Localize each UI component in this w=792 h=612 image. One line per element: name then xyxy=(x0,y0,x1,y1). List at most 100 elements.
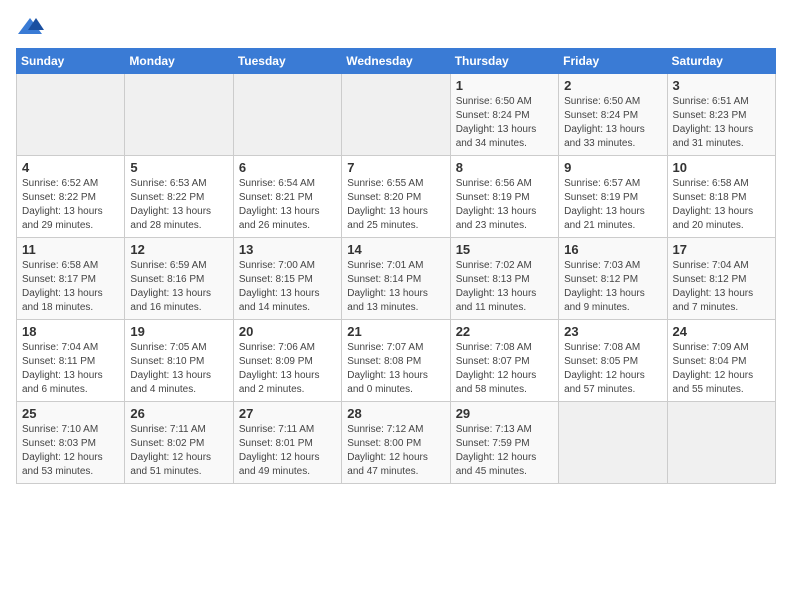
day-number: 27 xyxy=(239,406,336,421)
calendar-cell xyxy=(667,402,775,484)
calendar-cell: 10 Sunrise: 6:58 AM Sunset: 8:18 PM Dayli… xyxy=(667,156,775,238)
day-info: Sunrise: 7:13 AM Sunset: 7:59 PM Dayligh… xyxy=(456,423,553,479)
week-row-5: 25 Sunrise: 7:10 AM Sunset: 8:03 PM Dayli… xyxy=(17,402,776,484)
day-number: 1 xyxy=(456,78,553,93)
day-number: 21 xyxy=(347,324,444,339)
day-number: 12 xyxy=(130,242,227,257)
day-info: Sunrise: 7:02 AM Sunset: 8:13 PM Dayligh… xyxy=(456,259,553,315)
week-row-3: 11 Sunrise: 6:58 AM Sunset: 8:17 PM Dayli… xyxy=(17,238,776,320)
day-info: Sunrise: 6:53 AM Sunset: 8:22 PM Dayligh… xyxy=(130,177,227,233)
calendar-cell: 3Sunrise: 6:51 AM Sunset: 8:23 PM Daylig… xyxy=(667,74,775,156)
day-info: Sunrise: 6:58 AM Sunset: 8:18 PM Dayligh… xyxy=(673,177,770,233)
day-info: Sunrise: 7:03 AM Sunset: 8:12 PM Dayligh… xyxy=(564,259,661,315)
calendar-cell: 29 Sunrise: 7:13 AM Sunset: 7:59 PM Dayli… xyxy=(450,402,558,484)
day-info: Sunrise: 6:56 AM Sunset: 8:19 PM Dayligh… xyxy=(456,177,553,233)
header xyxy=(16,16,776,38)
day-info: Sunrise: 7:11 AM Sunset: 8:02 PM Dayligh… xyxy=(130,423,227,479)
calendar-cell: 12 Sunrise: 6:59 AM Sunset: 8:16 PM Dayli… xyxy=(125,238,233,320)
week-row-1: 1 Sunrise: 6:50 AM Sunset: 8:24 PM Daylig… xyxy=(17,74,776,156)
header-cell-saturday: Saturday xyxy=(667,49,775,74)
day-number: 9 xyxy=(564,160,661,175)
day-info: Sunrise: 6:50 AM Sunset: 8:24 PM Dayligh… xyxy=(564,95,661,151)
day-info: Sunrise: 7:04 AM Sunset: 8:12 PM Dayligh… xyxy=(673,259,770,315)
day-number: 5 xyxy=(130,160,227,175)
header-cell-tuesday: Tuesday xyxy=(233,49,341,74)
day-number: 24 xyxy=(673,324,770,339)
day-number: 18 xyxy=(22,324,119,339)
day-info: Sunrise: 6:58 AM Sunset: 8:17 PM Dayligh… xyxy=(22,259,119,315)
header-cell-friday: Friday xyxy=(559,49,667,74)
day-info: Sunrise: 7:10 AM Sunset: 8:03 PM Dayligh… xyxy=(22,423,119,479)
day-number: 14 xyxy=(347,242,444,257)
header-cell-thursday: Thursday xyxy=(450,49,558,74)
calendar-cell: 22 Sunrise: 7:08 AM Sunset: 8:07 PM Dayli… xyxy=(450,320,558,402)
calendar-cell: 7Sunrise: 6:55 AM Sunset: 8:20 PM Daylig… xyxy=(342,156,450,238)
calendar-cell: 4 Sunrise: 6:52 AM Sunset: 8:22 PM Daylig… xyxy=(17,156,125,238)
day-info: Sunrise: 7:00 AM Sunset: 8:15 PM Dayligh… xyxy=(239,259,336,315)
calendar-cell: 25 Sunrise: 7:10 AM Sunset: 8:03 PM Dayli… xyxy=(17,402,125,484)
calendar-cell: 20 Sunrise: 7:06 AM Sunset: 8:09 PM Dayli… xyxy=(233,320,341,402)
day-info: Sunrise: 7:07 AM Sunset: 8:08 PM Dayligh… xyxy=(347,341,444,397)
day-number: 6 xyxy=(239,160,336,175)
calendar-cell: 21 Sunrise: 7:07 AM Sunset: 8:08 PM Dayli… xyxy=(342,320,450,402)
header-cell-monday: Monday xyxy=(125,49,233,74)
calendar-cell: 17 Sunrise: 7:04 AM Sunset: 8:12 PM Dayli… xyxy=(667,238,775,320)
day-info: Sunrise: 7:08 AM Sunset: 8:05 PM Dayligh… xyxy=(564,341,661,397)
calendar-cell: 24 Sunrise: 7:09 AM Sunset: 8:04 PM Dayli… xyxy=(667,320,775,402)
day-number: 4 xyxy=(22,160,119,175)
day-info: Sunrise: 6:51 AM Sunset: 8:23 PM Dayligh… xyxy=(673,95,770,151)
calendar-cell: 2 Sunrise: 6:50 AM Sunset: 8:24 PM Daylig… xyxy=(559,74,667,156)
calendar-cell xyxy=(233,74,341,156)
day-info: Sunrise: 7:09 AM Sunset: 8:04 PM Dayligh… xyxy=(673,341,770,397)
day-info: Sunrise: 6:59 AM Sunset: 8:16 PM Dayligh… xyxy=(130,259,227,315)
day-info: Sunrise: 7:06 AM Sunset: 8:09 PM Dayligh… xyxy=(239,341,336,397)
day-info: Sunrise: 6:50 AM Sunset: 8:24 PM Dayligh… xyxy=(456,95,553,151)
calendar-cell: 28Sunrise: 7:12 AM Sunset: 8:00 PM Dayli… xyxy=(342,402,450,484)
day-info: Sunrise: 6:57 AM Sunset: 8:19 PM Dayligh… xyxy=(564,177,661,233)
calendar-cell: 19 Sunrise: 7:05 AM Sunset: 8:10 PM Dayli… xyxy=(125,320,233,402)
calendar-cell xyxy=(559,402,667,484)
day-info: Sunrise: 7:05 AM Sunset: 8:10 PM Dayligh… xyxy=(130,341,227,397)
week-row-4: 18 Sunrise: 7:04 AM Sunset: 8:11 PM Dayli… xyxy=(17,320,776,402)
calendar-cell: 23 Sunrise: 7:08 AM Sunset: 8:05 PM Dayli… xyxy=(559,320,667,402)
day-number: 2 xyxy=(564,78,661,93)
calendar-cell: 18 Sunrise: 7:04 AM Sunset: 8:11 PM Dayli… xyxy=(17,320,125,402)
calendar-cell: 27 Sunrise: 7:11 AM Sunset: 8:01 PM Dayli… xyxy=(233,402,341,484)
calendar-cell: 15 Sunrise: 7:02 AM Sunset: 8:13 PM Dayli… xyxy=(450,238,558,320)
day-number: 19 xyxy=(130,324,227,339)
calendar-cell: 26 Sunrise: 7:11 AM Sunset: 8:02 PM Dayli… xyxy=(125,402,233,484)
calendar-header: SundayMondayTuesdayWednesdayThursdayFrid… xyxy=(17,49,776,74)
calendar-cell: 5 Sunrise: 6:53 AM Sunset: 8:22 PM Daylig… xyxy=(125,156,233,238)
day-number: 25 xyxy=(22,406,119,421)
day-info: Sunrise: 7:04 AM Sunset: 8:11 PM Dayligh… xyxy=(22,341,119,397)
day-number: 29 xyxy=(456,406,553,421)
day-number: 10 xyxy=(673,160,770,175)
day-number: 8 xyxy=(456,160,553,175)
calendar-cell xyxy=(342,74,450,156)
day-number: 23 xyxy=(564,324,661,339)
day-info: Sunrise: 6:54 AM Sunset: 8:21 PM Dayligh… xyxy=(239,177,336,233)
day-info: Sunrise: 7:12 AM Sunset: 8:00 PM Dayligh… xyxy=(347,423,444,479)
calendar-cell: 9 Sunrise: 6:57 AM Sunset: 8:19 PM Daylig… xyxy=(559,156,667,238)
day-number: 22 xyxy=(456,324,553,339)
header-cell-sunday: Sunday xyxy=(17,49,125,74)
day-info: Sunrise: 7:11 AM Sunset: 8:01 PM Dayligh… xyxy=(239,423,336,479)
day-number: 20 xyxy=(239,324,336,339)
header-cell-wednesday: Wednesday xyxy=(342,49,450,74)
calendar-cell: 1 Sunrise: 6:50 AM Sunset: 8:24 PM Daylig… xyxy=(450,74,558,156)
calendar-cell: 11 Sunrise: 6:58 AM Sunset: 8:17 PM Dayli… xyxy=(17,238,125,320)
day-number: 16 xyxy=(564,242,661,257)
day-number: 26 xyxy=(130,406,227,421)
day-info: Sunrise: 7:01 AM Sunset: 8:14 PM Dayligh… xyxy=(347,259,444,315)
calendar-cell: 14 Sunrise: 7:01 AM Sunset: 8:14 PM Dayli… xyxy=(342,238,450,320)
calendar-cell xyxy=(125,74,233,156)
day-number: 15 xyxy=(456,242,553,257)
day-info: Sunrise: 6:55 AM Sunset: 8:20 PM Dayligh… xyxy=(347,177,444,233)
day-info: Sunrise: 7:08 AM Sunset: 8:07 PM Dayligh… xyxy=(456,341,553,397)
day-info: Sunrise: 6:52 AM Sunset: 8:22 PM Dayligh… xyxy=(22,177,119,233)
day-number: 11 xyxy=(22,242,119,257)
calendar-table: SundayMondayTuesdayWednesdayThursdayFrid… xyxy=(16,48,776,484)
header-row: SundayMondayTuesdayWednesdayThursdayFrid… xyxy=(17,49,776,74)
calendar-cell: 13Sunrise: 7:00 AM Sunset: 8:15 PM Dayli… xyxy=(233,238,341,320)
day-number: 17 xyxy=(673,242,770,257)
